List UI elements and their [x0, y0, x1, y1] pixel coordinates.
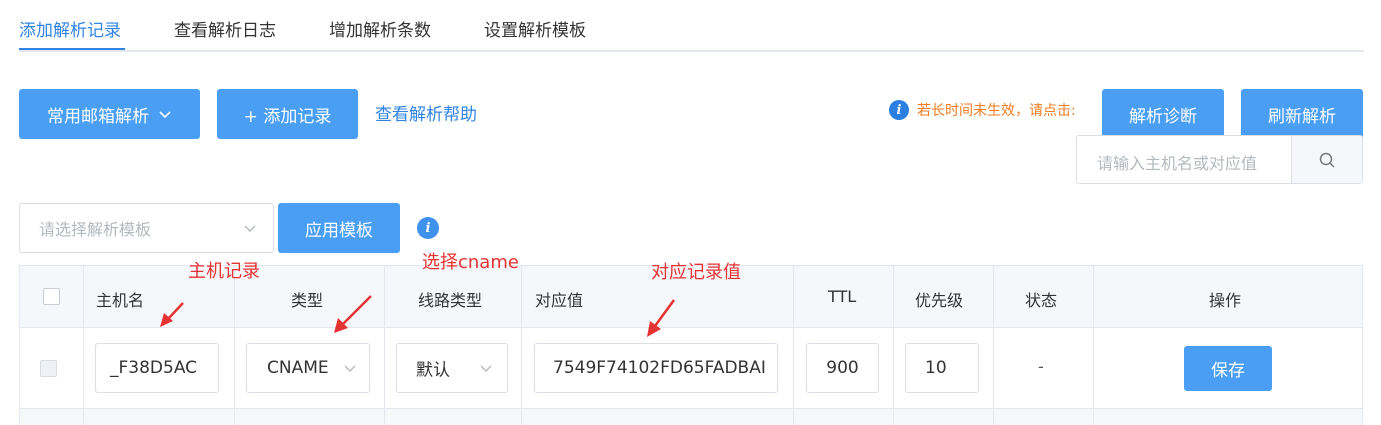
search-placeholder: 请输入主机名或对应值 — [1097, 154, 1258, 173]
annotation-value: 对应记录值 — [651, 262, 741, 283]
search-input[interactable]: 请输入主机名或对应值 — [1076, 135, 1363, 184]
type-value: CNAME — [267, 358, 329, 378]
header-ttl: TTL — [828, 287, 857, 306]
info-icon: i — [889, 100, 909, 120]
tab-add-count[interactable]: 增加解析条数 — [329, 16, 431, 41]
column-divider — [993, 266, 994, 425]
chevron-down-icon — [244, 225, 256, 232]
tab-add-record[interactable]: 添加解析记录 — [19, 16, 121, 41]
mail-resolve-button[interactable]: 常用邮箱解析 — [19, 89, 200, 139]
select-all-checkbox[interactable] — [43, 288, 60, 305]
chevron-down-icon — [159, 111, 171, 119]
column-divider — [893, 266, 894, 425]
tab-set-template[interactable]: 设置解析模板 — [484, 16, 586, 41]
column-divider — [1093, 266, 1094, 425]
refresh-button[interactable]: 刷新解析 — [1241, 89, 1363, 139]
search-icon — [1319, 152, 1335, 168]
header-value: 对应值 — [535, 291, 584, 310]
header-priority: 优先级 — [915, 291, 964, 310]
header-status: 状态 — [1025, 291, 1058, 310]
host-value: _F38D5AC — [110, 358, 198, 378]
header-line: 线路类型 — [418, 291, 483, 310]
priority-input[interactable]: 10 — [905, 343, 979, 393]
table-empty-row — [20, 409, 1362, 425]
column-divider — [521, 266, 522, 425]
chevron-down-icon — [480, 365, 492, 372]
save-button[interactable]: 保存 — [1184, 346, 1272, 391]
column-divider — [83, 266, 84, 425]
value-input[interactable]: 7549F74102FD65FADBAI — [534, 343, 778, 393]
diagnose-button[interactable]: 解析诊断 — [1102, 89, 1224, 139]
ttl-input[interactable]: 900 — [806, 343, 879, 393]
record-table: 主机名 类型 线路类型 对应值 TTL 优先级 状态 操作 _F38D5AC C… — [19, 265, 1363, 425]
mail-resolve-label: 常用邮箱解析 — [47, 106, 149, 127]
status-value: - — [1038, 357, 1044, 376]
notice-label: 若长时间未生效，请点击: — [917, 103, 1076, 119]
template-select[interactable]: 请选择解析模板 — [19, 203, 274, 253]
search-button[interactable] — [1291, 136, 1362, 183]
apply-template-button[interactable]: 应用模板 — [278, 203, 400, 253]
active-tab-indicator — [19, 48, 125, 50]
table-row: _F38D5AC CNAME 默认 7549F74102FD65FADBAI 9… — [20, 328, 1362, 409]
type-select[interactable]: CNAME — [246, 343, 370, 393]
resolve-help-link[interactable]: 查看解析帮助 — [375, 100, 477, 125]
column-divider — [234, 266, 235, 425]
notice-text: i 若长时间未生效，请点击: — [889, 100, 1076, 120]
header-type: 类型 — [291, 291, 324, 310]
tab-view-log[interactable]: 查看解析日志 — [174, 16, 276, 41]
header-host: 主机名 — [96, 291, 145, 310]
header-action: 操作 — [1209, 291, 1242, 310]
value-text: 7549F74102FD65FADBAI — [553, 358, 766, 378]
column-divider — [384, 266, 385, 425]
add-record-button[interactable]: + 添加记录 — [217, 89, 358, 139]
column-divider — [793, 266, 794, 425]
template-select-placeholder: 请选择解析模板 — [39, 220, 152, 239]
host-input[interactable]: _F38D5AC — [95, 343, 219, 393]
ttl-value: 900 — [826, 358, 859, 378]
chevron-down-icon — [344, 365, 356, 372]
line-select[interactable]: 默认 — [396, 343, 508, 393]
priority-value: 10 — [925, 358, 947, 378]
info-icon[interactable]: i — [417, 217, 439, 239]
line-value: 默认 — [416, 360, 450, 381]
annotation-type: 选择cname — [422, 252, 519, 273]
annotation-host: 主机记录 — [188, 261, 260, 282]
row-checkbox[interactable] — [40, 360, 57, 377]
tab-bar: 添加解析记录 查看解析日志 增加解析条数 设置解析模板 — [19, 0, 1364, 52]
